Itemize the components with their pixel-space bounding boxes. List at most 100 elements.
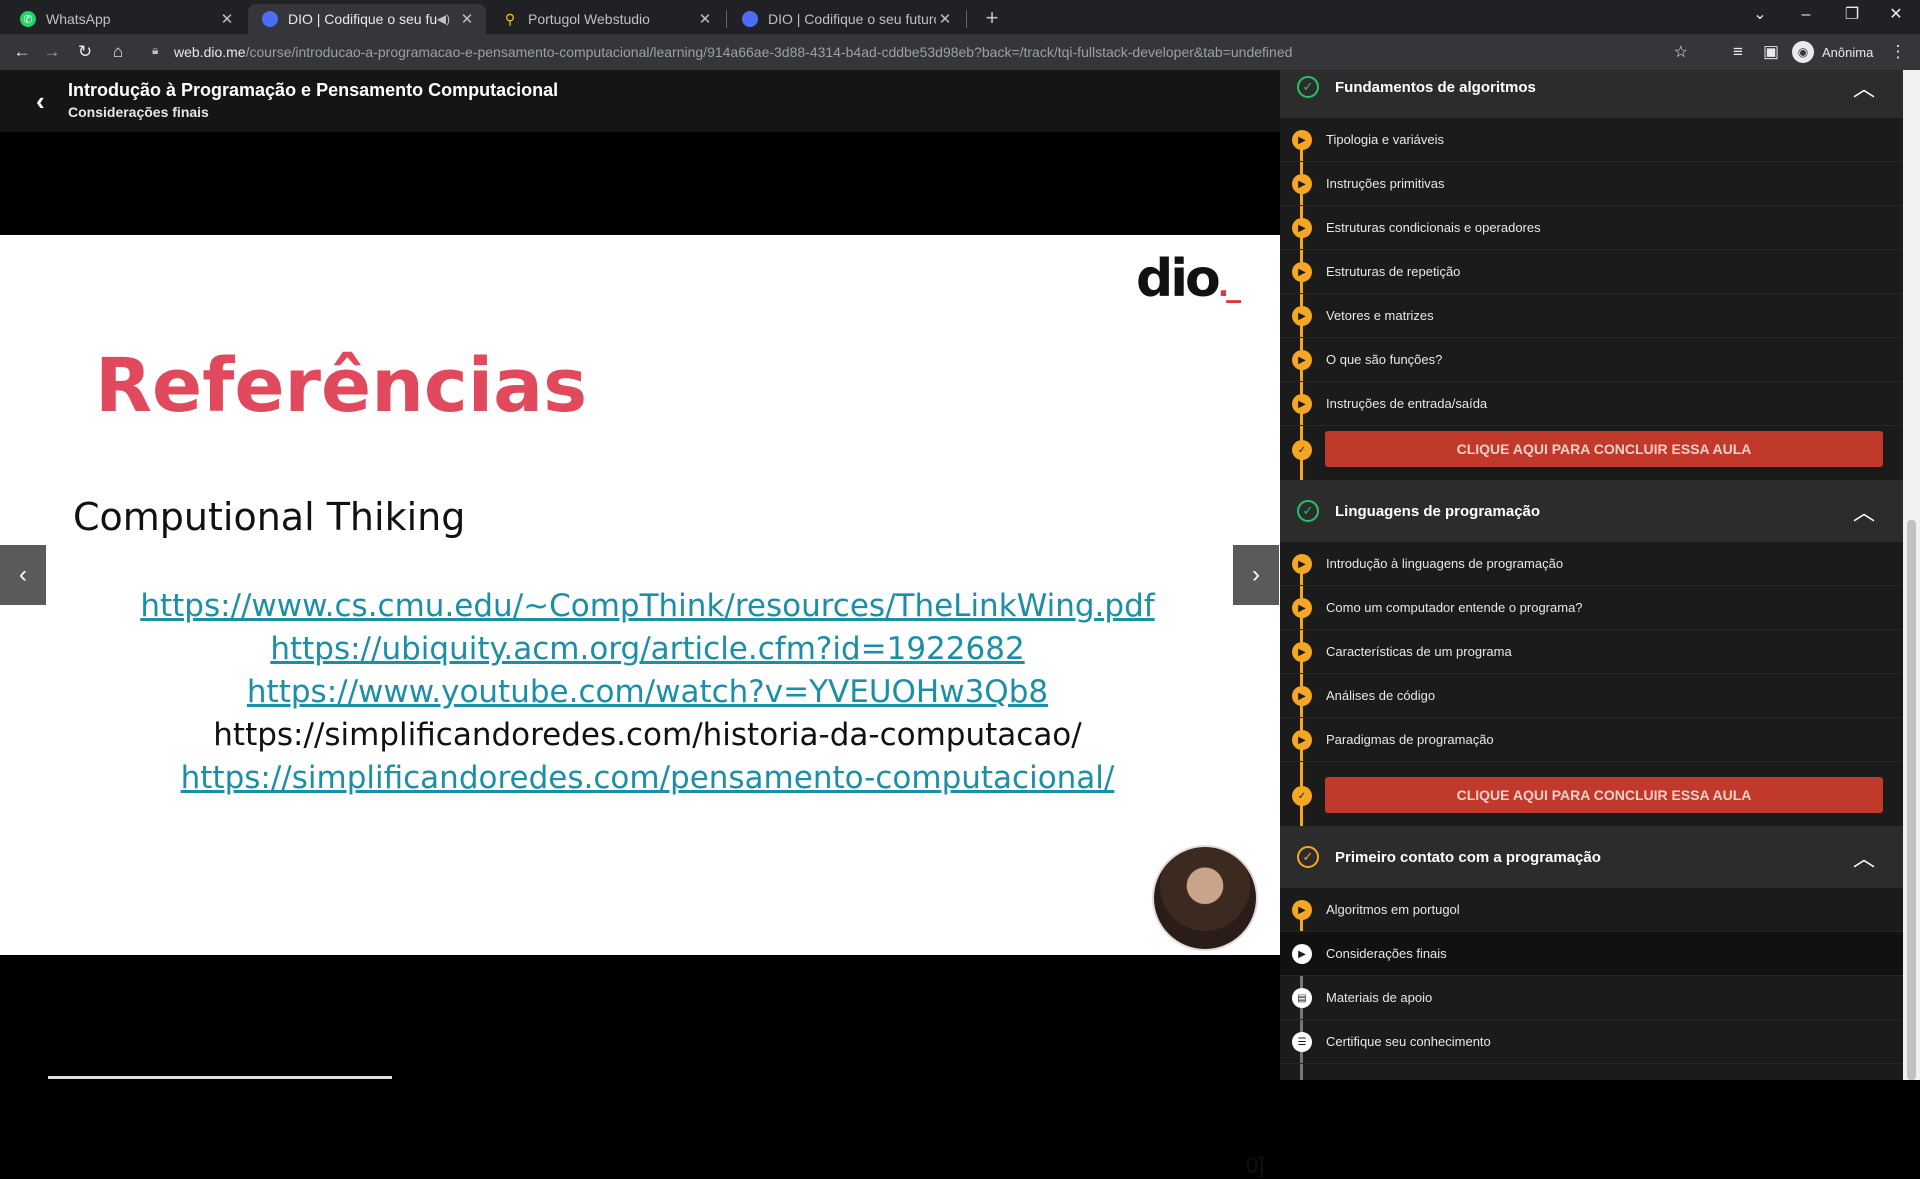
close-tab-icon[interactable]: ✕	[696, 10, 714, 28]
reload-icon[interactable]: ↻	[73, 40, 97, 64]
lesson-item[interactable]: ☰ Certifique seu conhecimento	[1280, 1020, 1903, 1064]
chevron-up-icon[interactable]: ︿	[1853, 495, 1875, 527]
lesson-item[interactable]: ▶ Paradigmas de programação	[1280, 718, 1903, 762]
dio-logo: dio._	[1136, 249, 1241, 309]
complete-lesson-button[interactable]: CLIQUE AQUI PARA CONCLUIR ESSA AULA	[1325, 777, 1883, 813]
document-icon: ▤	[1292, 988, 1312, 1008]
restore-icon[interactable]: ❐	[1832, 2, 1872, 28]
tab-search-icon[interactable]: ⌄	[1740, 2, 1780, 28]
profile-label: Anônima	[1822, 44, 1874, 60]
slide-heading: Referências	[95, 343, 588, 429]
reference-link[interactable]: https://ubiquity.acm.org/article.cfm?id=…	[0, 628, 1295, 671]
pin-icon: ⚲	[504, 10, 516, 27]
tab-dio[interactable]: DIO | Codifique o seu futuro glol ✕	[728, 4, 964, 34]
new-tab-icon[interactable]: +	[978, 5, 1006, 31]
lesson-item[interactable]: ▶ Tipologia e variáveis	[1280, 118, 1903, 162]
address-bar[interactable]: 🔒︎ web.dio.me/course/introducao-a-progra…	[142, 39, 1698, 65]
lesson-item[interactable]: ▶ Algoritmos em portugol	[1280, 888, 1903, 932]
tab-title: DIO | Codifique o seu futuro glol	[768, 11, 936, 27]
tab-whatsapp[interactable]: ✆ WhatsApp ✕	[6, 4, 246, 34]
play-icon: ▶	[1292, 306, 1312, 326]
section-header[interactable]: ✓ Primeiro contato com a programação ︿	[1280, 826, 1903, 888]
course-title: Introdução à Programação e Pensamento Co…	[68, 80, 559, 100]
tab-title: Portugol Webstudio	[528, 11, 650, 27]
lesson-item[interactable]: ▶ O que são funções?	[1280, 338, 1903, 382]
check-icon: ✓	[1292, 440, 1312, 460]
lesson-item[interactable]: ▶ Instruções primitivas	[1280, 162, 1903, 206]
forward-icon[interactable]: →	[40, 40, 64, 64]
lesson-item[interactable]: ▶ Estruturas de repetição	[1280, 250, 1903, 294]
previous-lesson-button[interactable]: ‹	[0, 545, 46, 605]
section-title: Linguagens de programação	[1335, 502, 1541, 520]
lesson-item[interactable]: ▶ Análises de código	[1280, 674, 1903, 718]
slide-subheading: Computional Thiking	[73, 495, 466, 539]
lock-icon[interactable]: 🔒︎	[152, 43, 158, 58]
dio-icon	[742, 11, 758, 27]
tab-title: WhatsApp	[46, 11, 111, 27]
check-circle-icon: ✓	[1297, 76, 1319, 98]
reference-link[interactable]: https://simplificandoredes.com/pensament…	[0, 757, 1295, 800]
play-icon: ▶	[1292, 554, 1312, 574]
reference-link[interactable]: https://simplificandoredes.com/historia-…	[0, 714, 1295, 757]
media-control-icon[interactable]: ≡	[1726, 40, 1750, 64]
home-icon[interactable]: ⌂	[106, 40, 130, 64]
side-panel-icon[interactable]: ▣	[1759, 40, 1783, 64]
dio-icon	[262, 11, 278, 27]
video-slide[interactable]: dio._ Referências Computional Thiking ht…	[0, 235, 1280, 1178]
slide-number: 0]	[1246, 1153, 1265, 1178]
play-icon: ▶	[1292, 262, 1312, 282]
presenter-avatar	[1152, 845, 1258, 951]
sidebar-scrollbar[interactable]	[1903, 70, 1920, 1080]
chevron-up-icon[interactable]: ︿	[1853, 71, 1875, 103]
section-header[interactable]: ✓ Fundamentos de algoritmos ︿	[1280, 70, 1903, 118]
section-title: Primeiro contato com a programação	[1335, 848, 1601, 866]
course-header: ‹ Introdução à Programação e Pensamento …	[0, 70, 1280, 132]
minimize-icon[interactable]: –	[1786, 2, 1826, 28]
video-progress-bar[interactable]	[48, 1076, 392, 1079]
play-icon: ▶	[1292, 394, 1312, 414]
play-icon: ▶	[1292, 730, 1312, 750]
close-window-icon[interactable]: ✕	[1876, 2, 1916, 28]
whatsapp-icon: ✆	[20, 11, 36, 27]
reference-link[interactable]: https://www.youtube.com/watch?v=YVEUOHw3…	[0, 671, 1295, 714]
check-icon: ✓	[1292, 786, 1312, 806]
complete-lesson-button[interactable]: CLIQUE AQUI PARA CONCLUIR ESSA AULA	[1325, 431, 1883, 467]
check-circle-icon: ✓	[1297, 846, 1319, 868]
play-icon: ▶	[1292, 174, 1312, 194]
close-tab-icon[interactable]: ✕	[936, 10, 954, 28]
menu-icon[interactable]: ⋮	[1886, 40, 1910, 64]
profile-button[interactable]: ◉ Anônima	[1792, 40, 1873, 64]
play-icon: ▶	[1292, 598, 1312, 618]
lesson-item[interactable]: ▤ Materiais de apoio	[1280, 976, 1903, 1020]
speaker-icon[interactable]: ◀)	[437, 12, 450, 26]
incognito-icon: ◉	[1792, 41, 1814, 63]
tab-portugol[interactable]: ⚲ Portugol Webstudio ✕	[488, 4, 724, 34]
lesson-item-current[interactable]: ▶ Considerações finais	[1280, 932, 1903, 976]
lesson-item[interactable]: ▶ Vetores e matrizes	[1280, 294, 1903, 338]
close-tab-icon[interactable]: ✕	[218, 10, 236, 28]
chevron-up-icon[interactable]: ︿	[1853, 841, 1875, 873]
section-header[interactable]: ✓ Linguagens de programação ︿	[1280, 480, 1903, 542]
back-icon[interactable]: ←	[10, 40, 34, 64]
play-icon: ▶	[1292, 130, 1312, 150]
reference-links: https://www.cs.cmu.edu/~CompThink/resour…	[0, 585, 1295, 800]
tab-dio-active[interactable]: DIO | Codifique o seu futuro ◀) ✕	[248, 4, 486, 34]
tab-divider	[726, 10, 727, 28]
play-icon: ▶	[1292, 218, 1312, 238]
play-icon: ▶	[1292, 686, 1312, 706]
scrollbar-thumb[interactable]	[1907, 520, 1916, 1080]
back-arrow-icon[interactable]: ‹	[36, 86, 45, 117]
lesson-item[interactable]: ▶ Introdução à linguagens de programação	[1280, 542, 1903, 586]
course-sidebar: ✓ Fundamentos de algoritmos ︿ ▶ Tipologia…	[1280, 70, 1903, 1080]
close-tab-icon[interactable]: ✕	[458, 10, 476, 28]
bookmark-star-icon[interactable]: ☆	[1674, 42, 1688, 62]
reference-link[interactable]: https://www.cs.cmu.edu/~CompThink/resour…	[0, 585, 1295, 628]
next-lesson-button[interactable]: ›	[1233, 545, 1279, 605]
lesson-item[interactable]: ▶ Como um computador entende o programa?	[1280, 586, 1903, 630]
browser-toolbar: ← → ↻ ⌂ 🔒︎ web.dio.me/course/introducao-…	[0, 34, 1920, 70]
lesson-item[interactable]: ▶ Estruturas condicionais e operadores	[1280, 206, 1903, 250]
lesson-item[interactable]: ▶ Características de um programa	[1280, 630, 1903, 674]
tab-title: DIO | Codifique o seu futuro	[288, 11, 437, 27]
lesson-item[interactable]: ▶ Instruções de entrada/saída	[1280, 382, 1903, 426]
browser-tab-strip: ✆ WhatsApp ✕ DIO | Codifique o seu futur…	[0, 0, 1920, 34]
